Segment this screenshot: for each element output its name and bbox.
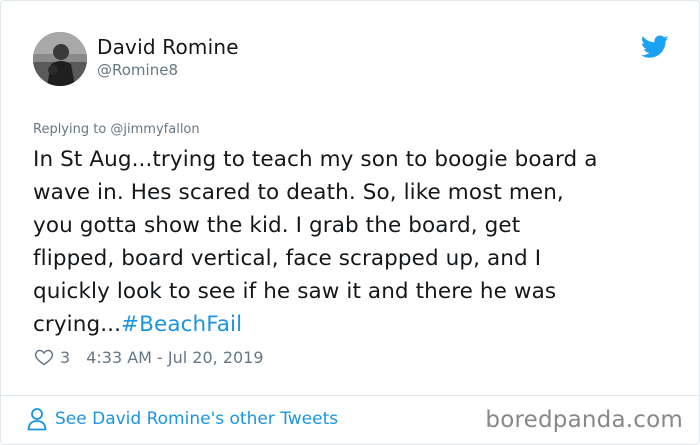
tweet-line: In St Aug...trying to teach my son to bo… <box>33 147 598 172</box>
author-handle[interactable]: @Romine8 <box>97 61 178 79</box>
other-tweets-label[interactable]: See David Romine's other Tweets <box>55 409 338 429</box>
tweet-line: flipped, board vertical, face scrapped u… <box>33 246 542 271</box>
heart-icon[interactable] <box>34 347 54 367</box>
tweet-meta: 3 4:33 AM - Jul 20, 2019 <box>34 346 264 368</box>
tweet-card: David Romine @Romine8 Replying to @jimmy… <box>0 0 700 445</box>
divider <box>1 395 699 396</box>
person-icon <box>27 408 47 431</box>
avatar-photo <box>33 32 87 86</box>
tweet-line: quickly look to see if he saw it and the… <box>33 279 557 304</box>
author-name[interactable]: David Romine <box>97 35 239 59</box>
tweet-line-last: crying...#BeachFail <box>33 308 673 341</box>
tweet-text: In St Aug...trying to teach my son to bo… <box>33 143 673 341</box>
watermark: boredpanda.com <box>485 407 683 433</box>
like-count: 3 <box>60 347 71 367</box>
tweet-timestamp[interactable]: 4:33 AM - Jul 20, 2019 <box>86 348 263 367</box>
hashtag-link[interactable]: #BeachFail <box>121 312 242 337</box>
other-tweets-link[interactable]: See David Romine's other Tweets <box>27 407 338 431</box>
tweet-line: wave in. Hes scared to death. So, like m… <box>33 180 564 205</box>
avatar[interactable] <box>33 32 87 86</box>
tweet-line-text: crying... <box>33 312 122 337</box>
twitter-bird-icon[interactable] <box>641 35 669 59</box>
tweet-line: you gotta show the kid. I grab the board… <box>33 213 521 238</box>
reply-context[interactable]: Replying to @jimmyfallon <box>33 122 200 137</box>
